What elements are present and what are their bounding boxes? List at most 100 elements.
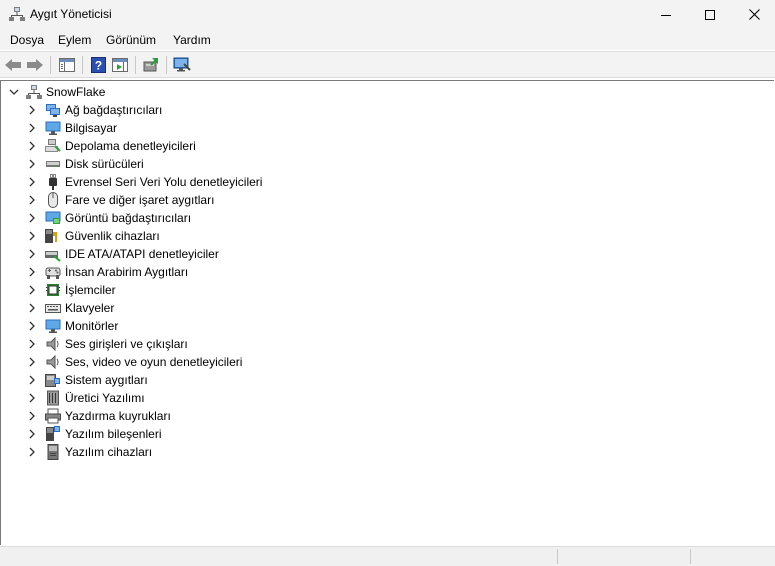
chevron-right-icon[interactable]	[27, 411, 37, 421]
print-queue-icon	[45, 408, 61, 424]
tree-category-item[interactable]: Yazılım cihazları	[1, 443, 771, 461]
chevron-right-icon[interactable]	[27, 447, 37, 457]
chevron-right-icon[interactable]	[27, 321, 37, 331]
disk-drive-icon	[46, 161, 60, 167]
tree-category-item[interactable]: Ağ bağdaştırıcıları	[1, 101, 771, 119]
network-adapter-icon	[46, 104, 60, 117]
hid-icon	[45, 267, 61, 279]
chevron-right-icon[interactable]	[27, 357, 37, 367]
help-icon: ?	[90, 57, 106, 73]
chevron-right-icon[interactable]	[27, 339, 37, 349]
tree-category-label: Disk sürücüleri	[65, 157, 144, 171]
chevron-right-icon[interactable]	[27, 123, 37, 133]
menu-action[interactable]: Eylem	[58, 33, 91, 47]
action-pane-button[interactable]	[111, 56, 129, 74]
tree-category-label: Yazdırma kuyrukları	[65, 409, 171, 423]
chevron-right-icon[interactable]	[27, 105, 37, 115]
maximize-icon	[705, 9, 715, 20]
tree-category-label: Ses girişleri ve çıkışları	[65, 337, 188, 351]
chevron-right-icon[interactable]	[27, 429, 37, 439]
maximize-button[interactable]	[687, 0, 733, 29]
update-driver-button[interactable]	[142, 56, 160, 74]
chevron-right-icon[interactable]	[27, 285, 37, 295]
tree-category-label: İnsan Arabirim Aygıtları	[65, 265, 189, 279]
console-tree-button[interactable]	[58, 56, 76, 74]
tree-category-label: Fare ve diğer işaret aygıtları	[65, 193, 215, 207]
tree-root[interactable]: SnowFlake	[1, 83, 771, 101]
minimize-button[interactable]	[643, 0, 689, 29]
action-pane-icon	[112, 58, 128, 72]
tree-category-item[interactable]: Ses girişleri ve çıkışları	[1, 335, 771, 353]
tree-category-item[interactable]: Yazdırma kuyrukları	[1, 407, 771, 425]
chevron-right-icon[interactable]	[27, 231, 37, 241]
tree-category-label: Yazılım bileşenleri	[65, 427, 162, 441]
tree-category-label: Görüntü bağdaştırıcıları	[65, 211, 192, 225]
mouse-icon	[48, 192, 58, 208]
tree-category-item[interactable]: Fare ve diğer işaret aygıtları	[1, 191, 771, 209]
tree-category-item[interactable]: Yazılım bileşenleri	[1, 425, 771, 443]
tree-category-item[interactable]: Klavyeler	[1, 299, 771, 317]
tree-category-label: Bilgisayar	[65, 121, 118, 135]
tree-category-label: İşlemciler	[65, 283, 116, 297]
tree-category-item[interactable]: İnsan Arabirim Aygıtları	[1, 263, 771, 281]
status-separator	[690, 549, 691, 564]
menu-file[interactable]: Dosya	[10, 33, 44, 47]
tree-category-item[interactable]: Ses, video ve oyun denetleyicileri	[1, 353, 771, 371]
close-icon	[748, 9, 760, 20]
tree-category-item[interactable]: Bilgisayar	[1, 119, 771, 137]
sound-video-icon	[46, 354, 59, 370]
tree-category-label: Klavyeler	[65, 301, 115, 315]
back-button[interactable]	[4, 56, 22, 74]
monitor-icon	[45, 319, 61, 333]
tree-category-label: Yazılım cihazları	[65, 445, 153, 459]
usb-icon	[49, 174, 57, 190]
chevron-right-icon[interactable]	[27, 213, 37, 223]
tree-category-item[interactable]: Güvenlik cihazları	[1, 227, 771, 245]
menu-view[interactable]: Görünüm	[106, 33, 156, 47]
tree-category-item[interactable]: Depolama denetleyicileri	[1, 137, 771, 155]
chevron-right-icon[interactable]	[27, 393, 37, 403]
toolbar-separator	[135, 56, 136, 74]
toolbar-separator	[82, 56, 83, 74]
toolbar-separator	[166, 56, 167, 74]
display-adapter-icon	[45, 211, 61, 224]
help-button[interactable]: ?	[89, 56, 107, 74]
firmware-icon	[47, 390, 59, 406]
chevron-right-icon[interactable]	[27, 159, 37, 169]
software-component-icon	[46, 426, 60, 441]
chevron-right-icon[interactable]	[27, 303, 37, 313]
forward-button[interactable]	[26, 56, 44, 74]
show-hide-console-tree-icon	[59, 58, 75, 72]
menu-help[interactable]: Yardım	[173, 33, 211, 47]
status-bar	[0, 546, 775, 566]
chevron-right-icon[interactable]	[27, 195, 37, 205]
tree-category-item[interactable]: Evrensel Seri Veri Yolu denetleyicileri	[1, 173, 771, 191]
tree-category-label: Ağ bağdaştırıcıları	[65, 103, 163, 117]
chevron-down-icon[interactable]	[9, 87, 19, 97]
window-title: Aygıt Yöneticisi	[30, 7, 112, 21]
tree-category-item[interactable]: İşlemciler	[1, 281, 771, 299]
storage-controller-icon	[45, 139, 61, 152]
tree-category-item[interactable]: Monitörler	[1, 317, 771, 335]
software-device-icon	[47, 444, 59, 460]
chevron-right-icon[interactable]	[27, 375, 37, 385]
tree-category-item[interactable]: IDE ATA/ATAPI denetleyiciler	[1, 245, 771, 263]
tree-category-label: Ses, video ve oyun denetleyicileri	[65, 355, 243, 369]
tree-category-label: Güvenlik cihazları	[65, 229, 160, 243]
close-button[interactable]	[731, 0, 775, 29]
toolbar: ?	[0, 51, 775, 78]
processor-icon	[46, 284, 60, 296]
title-bar[interactable]: Aygıt Yöneticisi	[0, 0, 775, 29]
scan-hardware-button[interactable]	[173, 56, 191, 74]
tree-category-item[interactable]: Görüntü bağdaştırıcıları	[1, 209, 771, 227]
chevron-right-icon[interactable]	[27, 177, 37, 187]
ide-controller-icon	[45, 251, 61, 262]
tree-category-label: IDE ATA/ATAPI denetleyiciler	[65, 247, 219, 261]
chevron-right-icon[interactable]	[27, 249, 37, 259]
tree-category-item[interactable]: Disk sürücüleri	[1, 155, 771, 173]
tree-category-item[interactable]: Sistem aygıtları	[1, 371, 771, 389]
chevron-right-icon[interactable]	[27, 141, 37, 151]
tree-category-item[interactable]: Üretici Yazılımı	[1, 389, 771, 407]
device-tree[interactable]: SnowFlake Ağ bağdaştırıcıları Bilgisayar D…	[0, 80, 774, 545]
chevron-right-icon[interactable]	[27, 267, 37, 277]
